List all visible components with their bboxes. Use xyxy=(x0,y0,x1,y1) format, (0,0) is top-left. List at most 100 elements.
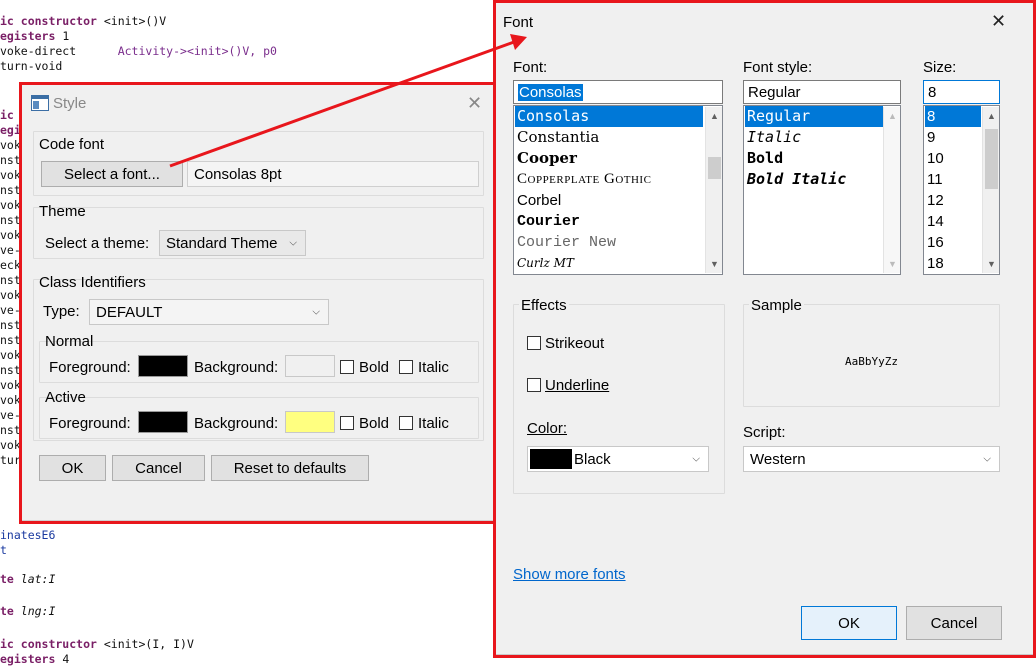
list-item[interactable]: Courier xyxy=(515,211,703,232)
normal-background-label: Background: xyxy=(194,359,279,376)
code-token: nst xyxy=(0,333,21,347)
scroll-thumb[interactable] xyxy=(985,129,998,189)
code-token: inatesE6 xyxy=(0,528,56,542)
code-token: vok xyxy=(0,438,21,452)
list-item[interactable]: 14 xyxy=(925,211,981,232)
list-item[interactable]: Copperplate Gothic xyxy=(515,169,703,190)
size-list[interactable]: 8 9 10 11 12 14 16 18 ▲ ▼ xyxy=(923,105,1000,275)
scroll-down-icon[interactable]: ▼ xyxy=(706,259,722,269)
list-item[interactable]: 16 xyxy=(925,232,981,253)
normal-foreground-swatch[interactable] xyxy=(138,355,188,377)
list-item[interactable]: Constantia xyxy=(515,127,703,148)
list-item[interactable]: Consolas xyxy=(515,106,703,127)
scroll-down-icon[interactable]: ▼ xyxy=(983,259,999,269)
code-line: nst xyxy=(0,183,21,197)
list-item[interactable]: Bold Italic xyxy=(745,169,883,190)
font-name-input[interactable]: Consolas xyxy=(513,80,723,104)
current-font-field: Consolas 8pt xyxy=(187,161,479,187)
code-token: vok xyxy=(0,168,21,182)
normal-bold-checkbox[interactable] xyxy=(340,360,354,374)
normal-italic-label: Italic xyxy=(418,359,449,376)
code-token: eck xyxy=(0,258,21,272)
code-token: <init>()V xyxy=(96,14,167,28)
underline-checkbox[interactable] xyxy=(527,378,541,392)
code-token: lat:I xyxy=(20,572,56,586)
active-foreground-swatch[interactable] xyxy=(138,411,188,433)
ok-button[interactable]: OK xyxy=(39,455,106,481)
list-item[interactable]: Cooper xyxy=(515,148,703,169)
code-line: te lat:I xyxy=(0,572,55,586)
chevron-down-icon: ⌵ xyxy=(983,453,991,465)
code-token: te xyxy=(0,572,21,586)
list-item[interactable]: 12 xyxy=(925,190,981,211)
code-token: te xyxy=(0,604,21,618)
active-label: Active xyxy=(45,389,86,406)
code-token: vok xyxy=(0,198,21,212)
code-line: ve- xyxy=(0,243,21,257)
size-list-scrollbar[interactable]: ▲ ▼ xyxy=(982,107,999,273)
active-italic-checkbox[interactable] xyxy=(399,416,413,430)
color-select[interactable]: Black ⌵ xyxy=(527,446,709,472)
strikeout-label: Strikeout xyxy=(545,335,605,352)
list-item[interactable]: 8 xyxy=(925,106,981,127)
code-token: vok xyxy=(0,393,21,407)
active-bold-checkbox[interactable] xyxy=(340,416,354,430)
code-line: ic constructor <init>()V xyxy=(0,14,166,28)
type-select[interactable]: DEFAULT ⌵ xyxy=(89,299,329,325)
code-token: nst xyxy=(0,273,21,287)
theme-select[interactable]: Standard Theme ⌵ xyxy=(159,230,306,256)
scroll-up-icon[interactable]: ▲ xyxy=(706,111,722,121)
script-select[interactable]: Western ⌵ xyxy=(743,446,1000,472)
style-list-scrollbar[interactable]: ▲ ▼ xyxy=(883,107,900,273)
list-item[interactable]: Italic xyxy=(745,127,883,148)
active-bold-label: Bold xyxy=(359,415,390,432)
cancel-button[interactable]: Cancel xyxy=(906,606,1002,640)
reset-to-defaults-button[interactable]: Reset to defaults xyxy=(211,455,369,481)
code-line: t xyxy=(0,543,7,557)
code-font-label: Code font xyxy=(39,136,105,153)
font-style-input[interactable]: Regular xyxy=(743,80,901,104)
active-background-swatch[interactable] xyxy=(285,411,335,433)
list-item[interactable]: Corbel xyxy=(515,190,703,211)
scroll-up-icon[interactable]: ▲ xyxy=(884,111,900,121)
font-list[interactable]: Consolas Constantia Cooper Copperplate Goth… xyxy=(513,105,723,275)
font-list-scrollbar[interactable]: ▲ ▼ xyxy=(705,107,722,273)
code-line: egisters 1 xyxy=(0,29,69,43)
list-item[interactable]: 18 xyxy=(925,253,981,274)
cancel-button[interactable]: Cancel xyxy=(112,455,205,481)
code-token: 4 xyxy=(55,652,70,666)
list-item[interactable]: Curlz MT xyxy=(515,253,703,274)
normal-italic-checkbox[interactable] xyxy=(399,360,413,374)
list-item[interactable]: Regular xyxy=(745,106,883,127)
code-line: vok xyxy=(0,378,21,392)
size-input[interactable]: 8 xyxy=(923,80,1000,104)
list-item[interactable]: Bold xyxy=(745,148,883,169)
scroll-up-icon[interactable]: ▲ xyxy=(983,111,999,121)
strikeout-checkbox[interactable] xyxy=(527,336,541,350)
code-token: vok xyxy=(0,348,21,362)
close-icon[interactable]: ✕ xyxy=(467,93,482,114)
ok-button[interactable]: OK xyxy=(801,606,897,640)
code-line: vok xyxy=(0,348,21,362)
list-item[interactable]: 10 xyxy=(925,148,981,169)
code-token: nst xyxy=(0,423,21,437)
type-value: DEFAULT xyxy=(96,303,163,321)
code-line: voke-direct Activity-><init>()V, p0 xyxy=(0,44,277,58)
list-item[interactable]: 11 xyxy=(925,169,981,190)
code-token: egi xyxy=(0,123,21,137)
list-item[interactable]: 9 xyxy=(925,127,981,148)
normal-background-swatch[interactable] xyxy=(285,355,335,377)
scroll-down-icon[interactable]: ▼ xyxy=(884,259,900,269)
code-token: nst xyxy=(0,363,21,377)
code-line: turn-void xyxy=(0,59,62,73)
scroll-thumb[interactable] xyxy=(708,157,721,179)
close-icon[interactable]: ✕ xyxy=(991,11,1006,32)
normal-bold-label: Bold xyxy=(359,359,390,376)
chevron-down-icon: ⌵ xyxy=(289,237,297,249)
font-style-list[interactable]: Regular Italic Bold Bold Italic ▲ ▼ xyxy=(743,105,901,275)
show-more-fonts-link[interactable]: Show more fonts xyxy=(513,566,626,583)
code-token: egisters xyxy=(0,652,56,666)
select-font-button[interactable]: Select a font... xyxy=(41,161,183,187)
font-name-value: Consolas xyxy=(518,83,583,101)
list-item[interactable]: Courier New xyxy=(515,232,703,253)
